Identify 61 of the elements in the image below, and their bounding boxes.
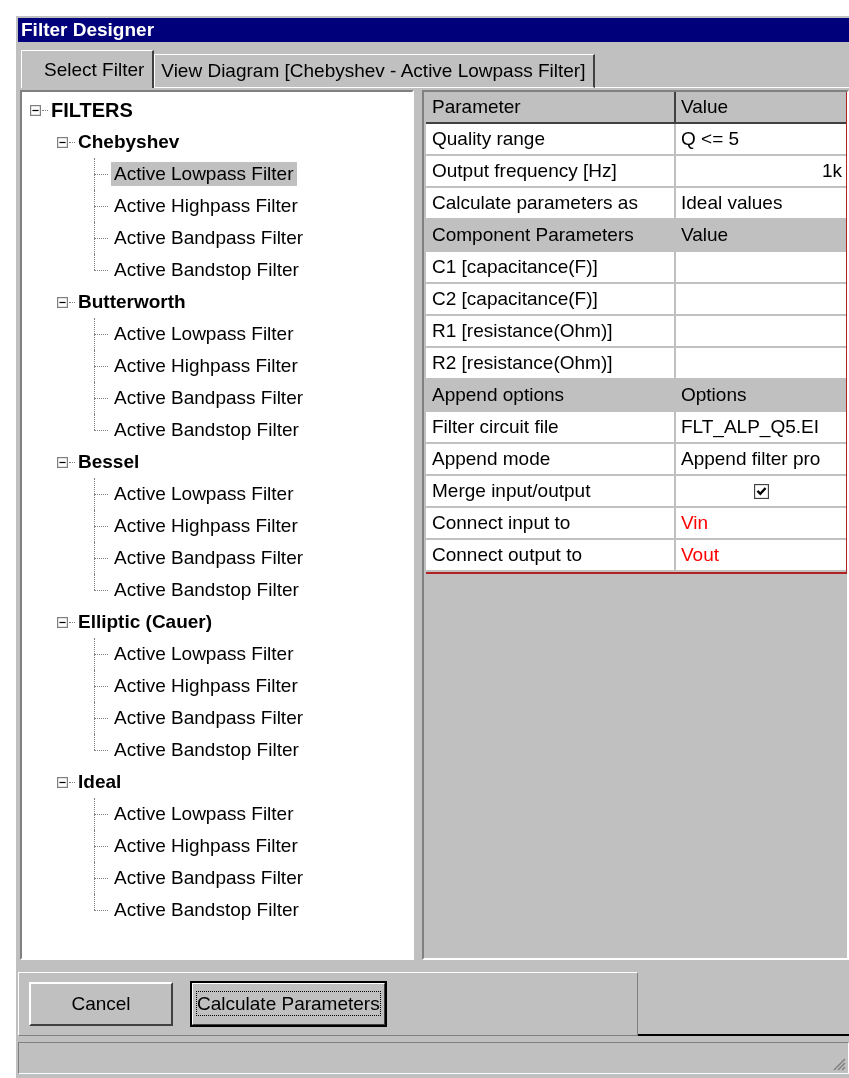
tree-item[interactable]: Active Lowpass Filter	[111, 642, 297, 666]
property-name: Output frequency [Hz]	[426, 156, 676, 188]
tree-root[interactable]: FILTERS	[51, 98, 133, 122]
tree-item[interactable]: Active Bandpass Filter	[111, 386, 307, 410]
tree-item[interactable]: Active Highpass Filter	[111, 354, 301, 378]
property-name: R1 [resistance(Ohm)]	[426, 316, 676, 348]
collapse-icon[interactable]	[30, 104, 41, 116]
property-value[interactable]: Append filter pro	[676, 444, 846, 476]
tree-item[interactable]: Active Highpass Filter	[111, 674, 301, 698]
collapse-icon[interactable]	[57, 616, 68, 628]
tree-item[interactable]: Active Lowpass Filter	[111, 322, 297, 346]
tree-item[interactable]: Active Bandpass Filter	[111, 226, 307, 250]
column-header: Parameter	[426, 92, 676, 124]
property-value[interactable]: FLT_ALP_Q5.EI	[676, 412, 846, 444]
tree-item[interactable]: Active Bandstop Filter	[111, 898, 302, 922]
section-header: Append options	[426, 380, 676, 412]
tree-group[interactable]: Bessel	[78, 451, 140, 473]
tree-item[interactable]: Active Bandstop Filter	[111, 738, 302, 762]
tree-item[interactable]: Active Bandstop Filter	[111, 578, 302, 602]
collapse-icon[interactable]	[57, 776, 68, 788]
section-header: Value	[676, 220, 846, 252]
tree-item[interactable]: Active Bandpass Filter	[111, 866, 307, 890]
tree-item[interactable]: Active Bandstop Filter	[111, 258, 302, 282]
property-value[interactable]: Vin	[676, 508, 846, 540]
dialog-button[interactable]: Cancel	[29, 982, 173, 1026]
section-header: Options	[676, 380, 846, 412]
section-header: Component Parameters	[426, 220, 676, 252]
tree-group[interactable]: Ideal	[78, 771, 122, 793]
property-name: C2 [capacitance(F)]	[426, 284, 676, 316]
tree-item[interactable]: Active Bandpass Filter	[111, 706, 307, 730]
tree-item[interactable]: Active Lowpass Filter	[111, 162, 297, 186]
tree-item[interactable]: Active Bandstop Filter	[111, 418, 302, 442]
collapse-icon[interactable]	[57, 456, 68, 468]
tab[interactable]: View Diagram [Chebyshev - Active Lowpass Filter]	[154, 54, 596, 88]
tree-item[interactable]: Active Highpass Filter	[111, 194, 301, 218]
tree-group[interactable]: Chebyshev	[78, 131, 180, 153]
tree-group[interactable]: Elliptic (Cauer)	[78, 611, 213, 633]
collapse-icon[interactable]	[57, 136, 68, 148]
tree-item[interactable]: Active Highpass Filter	[111, 514, 301, 538]
property-name: Append mode	[426, 444, 676, 476]
collapse-icon[interactable]	[57, 296, 68, 308]
property-name: Connect output to	[426, 540, 676, 572]
tree-item[interactable]: Active Lowpass Filter	[111, 482, 297, 506]
tree-item[interactable]: Active Bandpass Filter	[111, 546, 307, 570]
window-title: Filter Designer	[18, 18, 849, 42]
property-name: Connect input to	[426, 508, 676, 540]
property-name: Filter circuit file	[426, 412, 676, 444]
tree-item[interactable]: Active Highpass Filter	[111, 834, 301, 858]
column-header: Value	[676, 92, 846, 124]
property-name: C1 [capacitance(F)]	[426, 252, 676, 284]
resize-grip-icon[interactable]	[832, 1057, 846, 1071]
tree-item[interactable]: Active Lowpass Filter	[111, 802, 297, 826]
tree-group[interactable]: Butterworth	[78, 291, 186, 313]
property-value[interactable]: Q <= 5	[676, 124, 846, 156]
property-name: Quality range	[426, 124, 676, 156]
checkbox[interactable]	[753, 483, 769, 499]
property-value[interactable]: Vout	[676, 540, 846, 572]
property-name: Merge input/output	[426, 476, 676, 508]
dialog-button[interactable]: Calculate Parameters	[191, 982, 386, 1026]
tab[interactable]: Select Filter	[21, 50, 155, 88]
property-value[interactable]: 1k	[676, 156, 846, 188]
